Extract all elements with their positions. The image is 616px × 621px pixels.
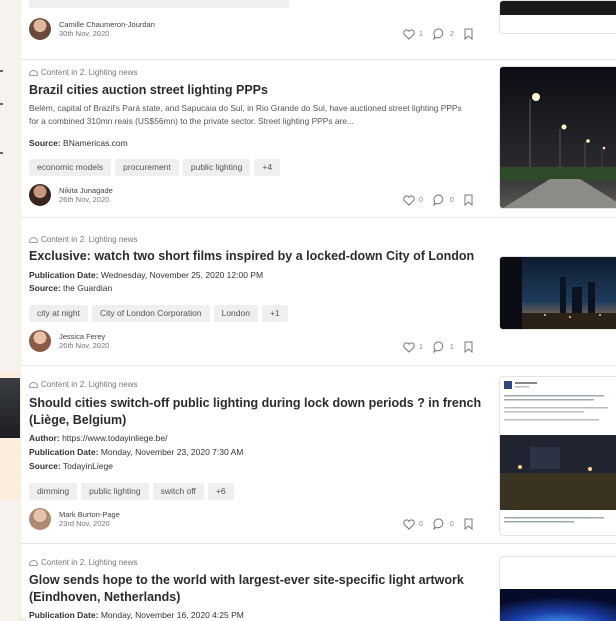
post-date: 30th Nov, 2020 (59, 29, 110, 38)
like-count: 1 (419, 343, 423, 351)
post-excerpt: Belém, capital of Brazil's Pará state, a… (29, 103, 462, 126)
post-category[interactable]: Content in 2. Lighting news (29, 380, 138, 389)
feed-post: Content in 2. Lighting news Brazil citie… (21, 60, 616, 218)
heart-icon[interactable] (403, 341, 415, 353)
tag[interactable]: dimming (29, 483, 78, 500)
avatar[interactable] (29, 330, 51, 352)
news-feed: Camille Chaumeron-Jourdan 30th Nov, 2020… (21, 0, 616, 621)
sidebar-tick (0, 103, 3, 105)
tag[interactable]: City of London Corporation (92, 305, 210, 322)
avatar[interactable] (29, 184, 51, 206)
lamp-icon (29, 236, 38, 243)
post-actions: 1 2 (403, 28, 473, 40)
more-tags[interactable]: +1 (261, 305, 288, 322)
post-thumbnail[interactable] (499, 556, 616, 621)
author-name[interactable]: Jessica Ferey (59, 332, 109, 341)
post-thumbnail[interactable] (499, 66, 616, 209)
post-category[interactable]: Content in 2. Lighting news (29, 235, 138, 244)
feed-post: Camille Chaumeron-Jourdan 30th Nov, 2020… (21, 0, 616, 60)
post-source: Source: BNamericas.com (29, 138, 128, 148)
tag[interactable]: procurement (115, 159, 179, 176)
post-author[interactable]: Camille Chaumeron-Jourdan 30th Nov, 2020 (29, 18, 155, 40)
sidebar-tick (0, 152, 3, 154)
tag-list: city at night City of London Corporation… (29, 305, 288, 322)
publication-date: Publication Date: Monday, November 23, 2… (29, 447, 244, 457)
tag-list: economic models procurement public light… (29, 159, 281, 176)
more-tags[interactable]: +6 (207, 483, 234, 500)
post-source: Source: the Guardian (29, 283, 113, 293)
post-thumbnail[interactable] (499, 256, 616, 330)
like-count: 1 (419, 30, 423, 38)
author-name[interactable]: Mark Burton-Page (59, 510, 120, 519)
lamp-icon (29, 381, 38, 388)
publication-date: Publication Date: Wednesday, November 25… (29, 270, 264, 280)
comment-icon[interactable] (433, 28, 446, 40)
post-date: 26th Nov, 2020 (59, 195, 110, 204)
heart-icon[interactable] (403, 518, 415, 530)
comment-icon[interactable] (433, 518, 446, 530)
feed-post: Content in 2. Lighting news Should citie… (21, 366, 616, 544)
post-category[interactable]: Content in 2. Lighting news (29, 558, 138, 567)
feed-post: Content in 2. Lighting news Glow sends h… (21, 544, 616, 621)
comment-icon[interactable] (433, 194, 446, 206)
bookmark-icon[interactable] (464, 518, 473, 530)
bookmark-icon[interactable] (464, 28, 473, 40)
tag[interactable]: switch off (152, 483, 204, 500)
bookmark-icon[interactable] (464, 341, 473, 353)
post-author-url: Author: https://www.todayinliege.be/ (29, 433, 168, 443)
post-date: 26th Nov, 2020 (59, 341, 110, 350)
post-date: 23rd Nov, 2020 (59, 519, 110, 528)
tags-row-partial (29, 0, 289, 8)
tag[interactable]: public lighting (182, 159, 251, 176)
tag[interactable]: London (213, 305, 258, 322)
social-post-screenshot-image (500, 377, 616, 535)
left-sidebar-edge (0, 0, 20, 621)
lamp-icon (29, 69, 38, 76)
heart-icon[interactable] (403, 28, 415, 40)
post-author[interactable]: Jessica Ferey 26th Nov, 2020 (29, 330, 109, 352)
feed-post: Content in 2. Lighting news Exclusive: w… (21, 218, 616, 366)
post-thumbnail[interactable] (499, 376, 616, 536)
post-actions: 0 0 (403, 518, 473, 530)
tag[interactable]: city at night (29, 305, 88, 322)
publication-date: Publication Date: Monday, November 16, 2… (29, 610, 244, 620)
sidebar-tick (0, 70, 3, 72)
author-name[interactable]: Camille Chaumeron-Jourdan (59, 20, 155, 29)
comment-count: 0 (449, 520, 454, 528)
post-title[interactable]: Should cities switch-off public lighting… (29, 395, 491, 429)
lamp-icon (29, 559, 38, 566)
post-author[interactable]: Nikita Junagade 26th Nov, 2020 (29, 184, 113, 206)
avatar[interactable] (29, 508, 51, 530)
city-night-image (500, 257, 616, 329)
post-title[interactable]: Exclusive: watch two short films inspire… (29, 248, 491, 265)
more-tags[interactable]: +4 (254, 159, 281, 176)
sidebar-image (0, 378, 20, 438)
post-actions: 0 0 (403, 194, 473, 206)
post-actions: 1 1 (403, 341, 473, 353)
post-thumbnail[interactable] (499, 0, 616, 34)
post-title[interactable]: Glow sends hope to the world with larges… (29, 572, 491, 606)
street-lights-image (500, 67, 616, 208)
author-name[interactable]: Nikita Junagade (59, 186, 113, 195)
heart-icon[interactable] (403, 194, 415, 206)
post-title[interactable]: Brazil cities auction street lighting PP… (29, 82, 491, 99)
comment-count: 2 (449, 30, 454, 38)
tag-list: dimming public lighting switch off +6 (29, 483, 234, 500)
post-source: Source: TodayinLiege (29, 461, 113, 471)
tag[interactable]: public lighting (81, 483, 149, 500)
comment-count: 1 (449, 343, 454, 351)
like-count: 0 (419, 196, 423, 204)
avatar[interactable] (29, 18, 51, 40)
post-author[interactable]: Mark Burton-Page 23rd Nov, 2020 (29, 508, 120, 530)
comment-count: 0 (449, 196, 454, 204)
like-count: 0 (419, 520, 423, 528)
comment-icon[interactable] (433, 341, 446, 353)
post-category[interactable]: Content in 2. Lighting news (29, 68, 138, 77)
light-artwork-image (500, 557, 616, 621)
tag[interactable]: economic models (29, 159, 112, 176)
bookmark-icon[interactable] (464, 194, 473, 206)
